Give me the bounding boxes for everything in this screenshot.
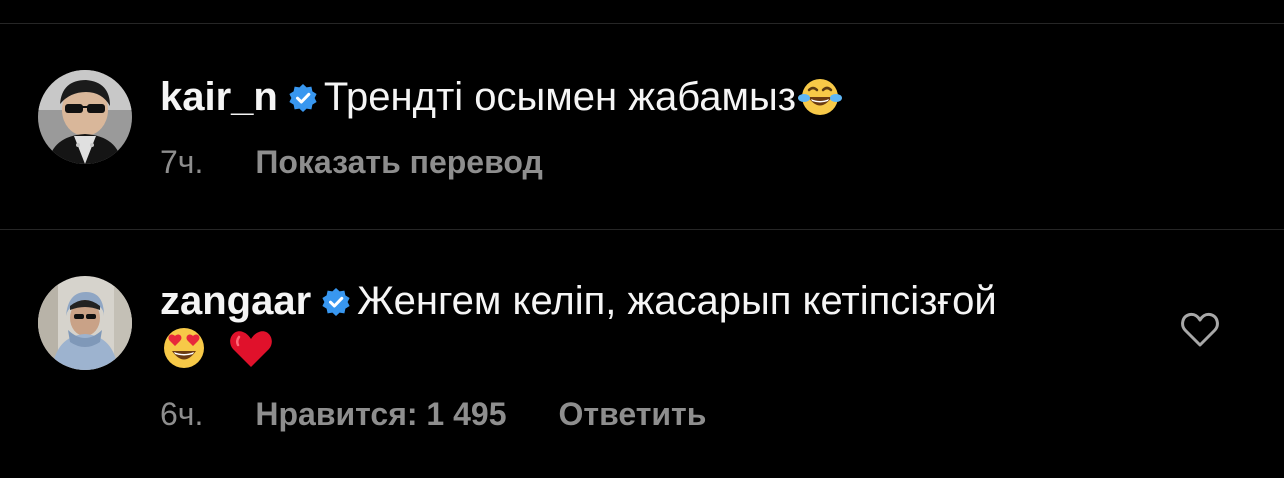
- comment-text-line: kair_n Трендті осымен жабамыз: [160, 72, 1134, 122]
- avatar-photo: [38, 70, 132, 164]
- face-with-tears-of-joy-emoji: [798, 79, 843, 115]
- verified-badge-icon: [322, 288, 350, 316]
- comment-meta: 6ч. Нравится: 1 495 Ответить: [160, 394, 758, 434]
- comments-screen: kair_n Трендті осымен жабамыз 7ч. Показать…: [0, 0, 1284, 478]
- timestamp: 6ч.: [160, 396, 204, 432]
- show-translation-button[interactable]: Показать перевод: [255, 144, 542, 180]
- avatar[interactable]: [38, 276, 132, 370]
- red-heart-emoji: [230, 331, 272, 367]
- comment-text-line: zangaar Женгем келіп, жасарып кетіпсізғой: [160, 276, 1134, 326]
- username-link[interactable]: kair_n: [160, 75, 278, 119]
- avatar-photo: [38, 276, 132, 370]
- divider: [0, 229, 1284, 230]
- comment-text: Женгем келіп, жасарып кетіпсізғой: [357, 279, 997, 323]
- likes-count-button[interactable]: Нравится: 1 495: [255, 396, 506, 432]
- username-link[interactable]: zangaar: [160, 279, 311, 323]
- comment-text: Трендті осымен жабамыз: [323, 75, 797, 119]
- avatar[interactable]: [38, 70, 132, 164]
- timestamp: 7ч.: [160, 144, 204, 180]
- verified-badge-icon: [289, 84, 317, 112]
- smiling-face-with-heart-eyes-emoji: [164, 328, 204, 368]
- like-heart-icon[interactable]: [1180, 310, 1220, 348]
- comment-emoji-line: [160, 324, 1134, 374]
- divider: [0, 23, 1284, 24]
- comment-meta: 7ч. Показать перевод: [160, 142, 595, 182]
- reply-button[interactable]: Ответить: [559, 396, 707, 432]
